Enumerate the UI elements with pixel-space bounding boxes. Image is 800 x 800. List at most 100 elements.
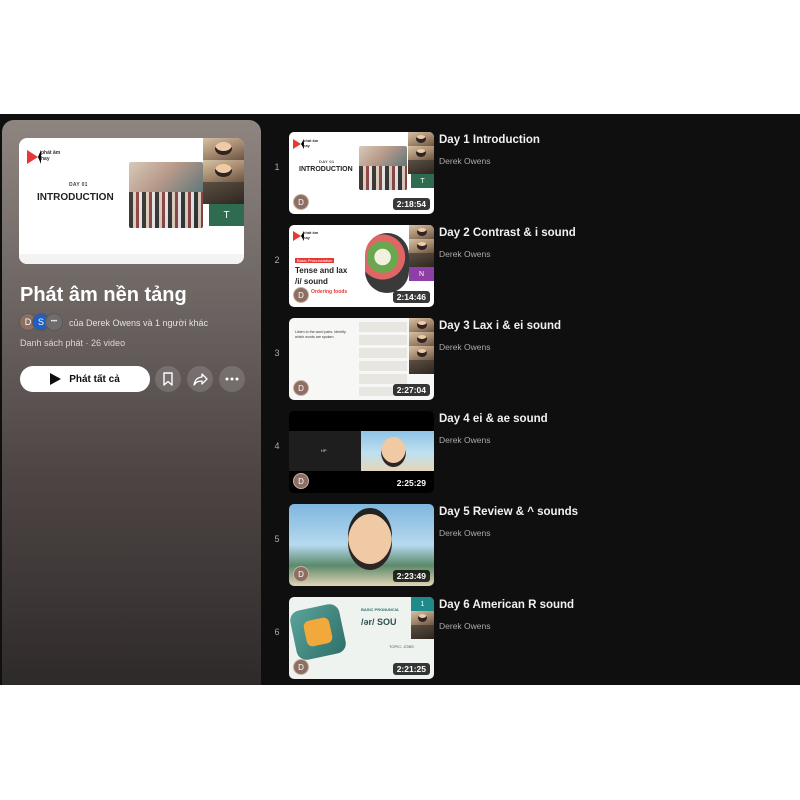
share-icon <box>192 372 208 386</box>
channel-avatar: D <box>293 287 309 303</box>
webcam-tile <box>203 182 244 204</box>
webcam-tile <box>409 360 434 374</box>
more-actions-button[interactable] <box>219 366 245 392</box>
webcam-tile <box>409 225 434 239</box>
playlist-header-panel: phát âm hay DAY 01 INTRODUCTION T Phát â… <box>2 120 261 685</box>
playlist-video-row[interactable]: 5 D 2:23:49 Day 5 Review & ^ sounds Dere… <box>266 504 800 588</box>
playlist-cover-thumbnail[interactable]: phát âm hay DAY 01 INTRODUCTION T <box>19 138 244 264</box>
video-title[interactable]: Day 2 Contrast & i sound <box>439 227 576 239</box>
video-title[interactable]: Day 5 Review & ^ sounds <box>439 506 578 518</box>
video-index: 1 <box>274 162 280 172</box>
video-index: 5 <box>274 534 280 544</box>
webcam-tile <box>411 611 434 625</box>
video-title[interactable]: Day 6 American R sound <box>439 599 574 611</box>
webcam-tile <box>409 253 434 267</box>
video-channel[interactable]: Derek Owens <box>439 528 491 538</box>
webcam-tile <box>408 160 434 174</box>
video-title[interactable]: Day 4 ei & ae sound <box>439 413 548 425</box>
playlist-video-row[interactable]: 4 HP D 2:25:29 Day 4 ei & ae sound Derek… <box>266 411 800 495</box>
channel-avatar: D <box>293 659 309 675</box>
food-image <box>365 233 409 293</box>
webcam-tile <box>409 318 434 332</box>
avatar-more[interactable]: ••• <box>45 313 63 331</box>
video-duration: 2:21:25 <box>392 663 430 675</box>
video-thumbnail[interactable]: BASIC PRONUNCIA /ər/ SOU TOPIC: JOBS 1 D… <box>289 597 434 679</box>
slide-day-label: DAY 01 <box>319 159 335 164</box>
video-thumbnail[interactable]: HP D 2:25:29 <box>289 411 434 493</box>
slide-title: INTRODUCTION <box>37 192 114 203</box>
playlist-video-row[interactable]: 6 BASIC PRONUNCIA /ər/ SOU TOPIC: JOBS 1… <box>266 597 800 681</box>
participant-tile: T <box>411 174 434 188</box>
video-title[interactable]: Day 3 Lax i & ei sound <box>439 320 561 332</box>
screen-label: HP <box>321 448 327 453</box>
slide-title: /ər/ SOU <box>361 617 397 627</box>
more-horizontal-icon <box>225 377 239 381</box>
group-photo <box>359 146 407 190</box>
video-thumbnail[interactable]: phát âm hay DAY 01 INTRODUCTION T D 2:18… <box>289 132 434 214</box>
save-playlist-button[interactable] <box>155 366 181 392</box>
participant-tile: N <box>409 267 434 281</box>
video-thumbnail[interactable]: Listen to the word pairs. Identify which… <box>289 318 434 400</box>
video-index: 2 <box>274 255 280 265</box>
play-icon <box>50 373 62 385</box>
video-index: 3 <box>274 348 280 358</box>
webcam-tile <box>408 132 434 146</box>
webcam-tile <box>408 146 434 160</box>
video-title[interactable]: Day 1 Introduction <box>439 134 540 146</box>
video-channel[interactable]: Derek Owens <box>439 435 491 445</box>
participant-tile: T <box>209 204 244 226</box>
playlist-video-row[interactable]: 3 Listen to the word pairs. Identify whi… <box>266 318 800 402</box>
webcam-tile <box>203 138 244 160</box>
video-duration: 2:14:46 <box>392 291 430 303</box>
slide-footer <box>19 254 244 264</box>
webcam-tile <box>409 239 434 253</box>
video-duration: 2:18:54 <box>392 198 430 210</box>
play-all-label: Phát tất cả <box>69 373 120 385</box>
webcam-tile <box>409 332 434 346</box>
channel-avatar: D <box>293 380 309 396</box>
owner-avatars[interactable]: D S ••• <box>19 313 69 333</box>
video-channel[interactable]: Derek Owens <box>439 342 491 352</box>
video-duration: 2:27:04 <box>392 384 430 396</box>
logo-text-line2: hay <box>303 235 310 240</box>
channel-avatar: D <box>293 473 309 489</box>
slide-day-label: DAY 01 <box>69 182 88 188</box>
playlist-video-row[interactable]: 1 phát âm hay DAY 01 INTRODUCTION T D 2:… <box>266 132 800 216</box>
slide-subtitle: Ordering foods <box>311 289 348 295</box>
video-thumbnail[interactable]: D 2:23:49 <box>289 504 434 586</box>
phat-am-hay-logo-icon <box>27 150 41 164</box>
channel-avatar: D <box>293 194 309 210</box>
video-channel[interactable]: Derek Owens <box>439 156 491 166</box>
slide-title: INTRODUCTION <box>299 166 353 173</box>
slide-subtitle: TOPIC: JOBS <box>389 644 414 649</box>
youtube-playlist-page: phát âm hay DAY 01 INTRODUCTION T Phát â… <box>0 114 800 685</box>
webcam-tile <box>411 625 434 639</box>
playlist-meta: Danh sách phát · 26 video <box>20 338 126 348</box>
slide-instruction-line1: Listen to the word pairs. Identify <box>295 330 346 334</box>
video-channel[interactable]: Derek Owens <box>439 621 491 631</box>
playlist-video-row[interactable]: 2 phát âm hay Basic Pronunciation Tense … <box>266 225 800 309</box>
participant-tile: 1 <box>411 597 434 611</box>
webcam-tile <box>203 160 244 182</box>
logo-text-line2: hay <box>41 156 50 162</box>
group-photo <box>129 162 203 228</box>
playlist-title: Phát âm nền tảng <box>20 284 187 306</box>
video-duration: 2:25:29 <box>392 477 430 489</box>
channel-avatar: D <box>293 566 309 582</box>
bookmark-icon <box>163 372 173 386</box>
webcam-tile <box>409 346 434 360</box>
slide-title-line1: Tense and lax <box>295 266 348 275</box>
video-thumbnail[interactable]: phát âm hay Basic Pronunciation Tense an… <box>289 225 434 307</box>
playlist-owners-link[interactable]: của Derek Owens và 1 người khác <box>69 318 208 328</box>
logo-text-line2: hay <box>303 143 310 148</box>
slide-instruction-line2: which words are spoken. <box>295 335 335 339</box>
share-playlist-button[interactable] <box>187 366 213 392</box>
video-index: 4 <box>274 441 280 451</box>
play-all-button[interactable]: Phát tất cả <box>20 366 150 392</box>
slide-title-line2: /i/ sound <box>295 277 328 286</box>
video-channel[interactable]: Derek Owens <box>439 249 491 259</box>
webcam-tile <box>361 431 434 471</box>
video-duration: 2:23:49 <box>392 570 430 582</box>
slide-badge: BASIC PRONUNCIA <box>361 607 399 612</box>
toy-image <box>289 602 348 662</box>
